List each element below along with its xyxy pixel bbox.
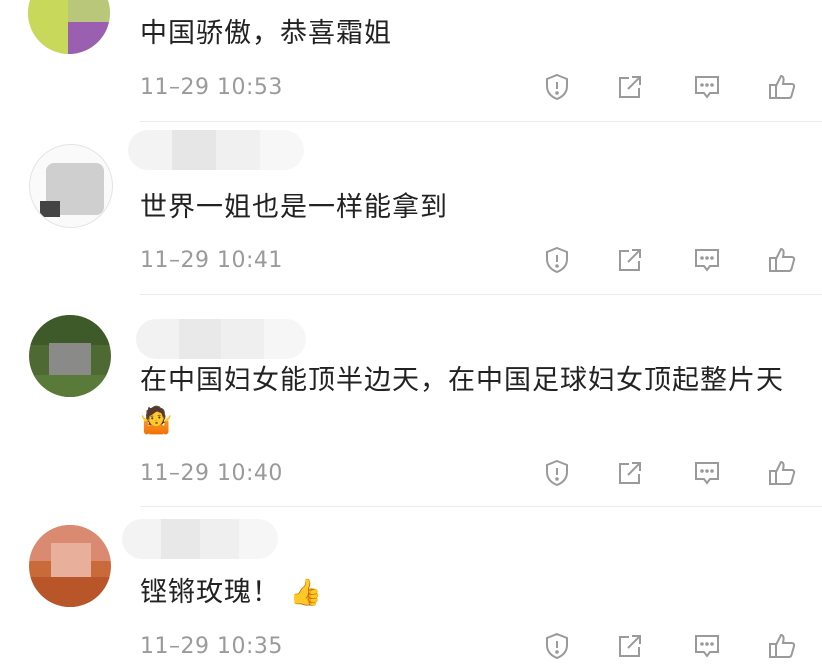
comment-timestamp: 11–29 10:41 xyxy=(140,248,283,273)
report-button[interactable] xyxy=(540,629,574,663)
like-button[interactable] xyxy=(765,456,799,490)
reply-button[interactable] xyxy=(690,629,724,663)
like-button[interactable] xyxy=(765,629,799,663)
comment-timestamp: 11–29 10:53 xyxy=(140,75,283,100)
thumbs-up-emoji: 👍 xyxy=(289,578,323,608)
share-button[interactable] xyxy=(613,456,647,490)
shield-exclamation-icon xyxy=(546,459,568,487)
reply-button[interactable] xyxy=(690,456,724,490)
comment-actions xyxy=(540,243,810,277)
report-button[interactable] xyxy=(540,70,574,104)
share-button[interactable] xyxy=(613,70,647,104)
share-arrow-icon xyxy=(619,76,641,98)
avatar[interactable] xyxy=(29,144,113,228)
avatar[interactable] xyxy=(28,0,110,54)
comment-icon xyxy=(695,462,719,485)
comment-text: 铿锵玫瑰！ 👍 xyxy=(140,577,323,608)
share-button[interactable] xyxy=(613,629,647,663)
comment-timestamp: 11–29 10:35 xyxy=(140,634,283,659)
comment-item: 铿锵玫瑰！ 👍 11–29 10:35 xyxy=(0,507,822,666)
reply-button[interactable] xyxy=(690,70,724,104)
like-button[interactable] xyxy=(765,70,799,104)
comment-timestamp: 11–29 10:40 xyxy=(140,461,283,486)
username-redacted xyxy=(128,130,304,170)
thumbs-up-icon xyxy=(769,460,796,485)
share-arrow-icon xyxy=(619,462,641,484)
comment-item: 世界一姐也是一样能拿到 11–29 10:41 xyxy=(0,122,822,295)
thumbs-up-icon xyxy=(769,633,796,658)
thumbs-up-icon xyxy=(769,247,796,272)
comment-text: 世界一姐也是一样能拿到 xyxy=(140,192,448,223)
report-button[interactable] xyxy=(540,243,574,277)
like-button[interactable] xyxy=(765,243,799,277)
comment-actions xyxy=(540,629,810,663)
comment-icon xyxy=(695,76,719,99)
comment-actions xyxy=(540,456,810,490)
share-arrow-icon xyxy=(619,249,641,271)
shield-exclamation-icon xyxy=(546,632,568,660)
shield-exclamation-icon xyxy=(546,246,568,274)
avatar[interactable] xyxy=(29,315,111,397)
reply-button[interactable] xyxy=(690,243,724,277)
avatar[interactable] xyxy=(29,525,111,607)
comment-actions xyxy=(540,70,810,104)
comment-item: 在中国妇女能顶半边天，在中国足球妇女顶起整片天🤷 11–29 10:40 xyxy=(0,295,822,507)
report-button[interactable] xyxy=(540,456,574,490)
share-arrow-icon xyxy=(619,635,641,657)
comment-icon xyxy=(695,635,719,658)
shield-exclamation-icon xyxy=(546,73,568,101)
comment-text: 在中国妇女能顶半边天，在中国足球妇女顶起整片天🤷 xyxy=(140,365,784,436)
username-redacted xyxy=(122,519,278,559)
comment-icon xyxy=(695,249,719,272)
shrug-emoji: 🤷 xyxy=(140,406,174,436)
thumbs-up-icon xyxy=(769,74,796,99)
username-redacted xyxy=(136,319,306,359)
comment-text: 中国骄傲，恭喜霜姐 xyxy=(140,18,392,49)
comment-item: 中国骄傲，恭喜霜姐 11–29 10:53 xyxy=(0,0,822,122)
share-button[interactable] xyxy=(613,243,647,277)
